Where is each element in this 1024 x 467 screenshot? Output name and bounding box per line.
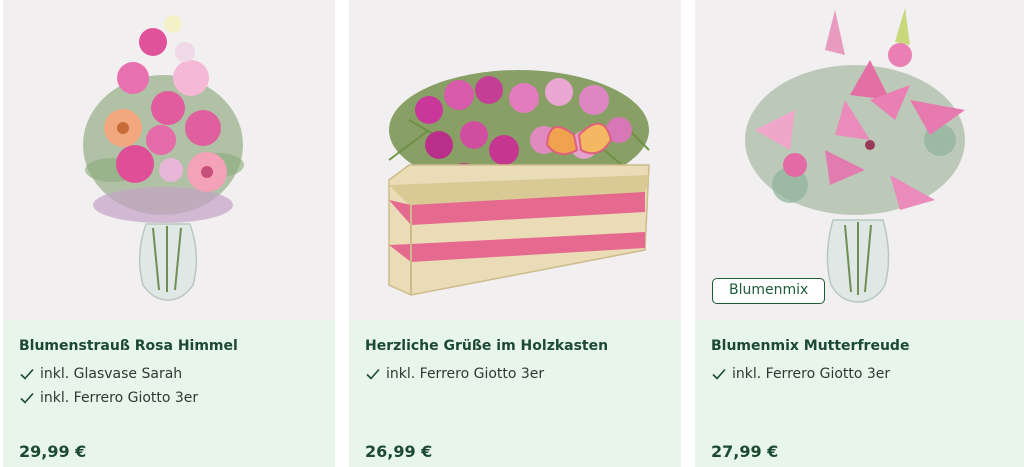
product-image[interactable] (3, 0, 335, 320)
lily-bouquet-image (745, 8, 965, 303)
bouquet-image (83, 15, 244, 301)
product-price: 26,99 € (365, 442, 433, 461)
product-info: Blumenmix Mutterfreude inkl. Ferrero Gio… (695, 320, 1024, 467)
product-title[interactable]: Blumenmix Mutterfreude (711, 336, 1008, 356)
check-icon (712, 368, 726, 380)
feature-label: inkl. Ferrero Giotto 3er (732, 366, 891, 382)
product-info: Herzliche Grüße im Holzkasten inkl. Ferr… (349, 320, 681, 467)
product-card[interactable]: Blumenstrauß Rosa Himmel inkl. Glasvase … (3, 0, 335, 467)
category-badge: Blumenmix (712, 278, 826, 304)
product-title[interactable]: Herzliche Grüße im Holzkasten (365, 336, 665, 356)
feature-label: inkl. Glasvase Sarah (40, 366, 183, 382)
product-image[interactable]: Blumenmix (695, 0, 1024, 320)
product-price: 29,99 € (19, 442, 87, 461)
product-card[interactable]: Blumenmix Blumenmix Mutterfreude inkl. F… (695, 0, 1024, 467)
product-card[interactable]: Herzliche Grüße im Holzkasten inkl. Ferr… (349, 0, 681, 467)
check-icon (366, 368, 380, 380)
check-icon (20, 368, 34, 380)
feature-label: inkl. Ferrero Giotto 3er (386, 366, 545, 382)
check-icon (20, 392, 34, 404)
feature-item: inkl. Glasvase Sarah (19, 362, 319, 386)
crate-image (388, 70, 650, 296)
feature-item: inkl. Ferrero Giotto 3er (365, 362, 665, 386)
product-title[interactable]: Blumenstrauß Rosa Himmel (19, 336, 319, 356)
product-info: Blumenstrauß Rosa Himmel inkl. Glasvase … (3, 320, 335, 467)
feature-label: inkl. Ferrero Giotto 3er (40, 390, 199, 406)
product-image[interactable] (349, 0, 681, 320)
feature-item: inkl. Ferrero Giotto 3er (711, 362, 1008, 386)
product-price: 27,99 € (711, 442, 779, 461)
feature-item: inkl. Ferrero Giotto 3er (19, 386, 319, 410)
product-grid: Blumenstrauß Rosa Himmel inkl. Glasvase … (0, 0, 1024, 467)
